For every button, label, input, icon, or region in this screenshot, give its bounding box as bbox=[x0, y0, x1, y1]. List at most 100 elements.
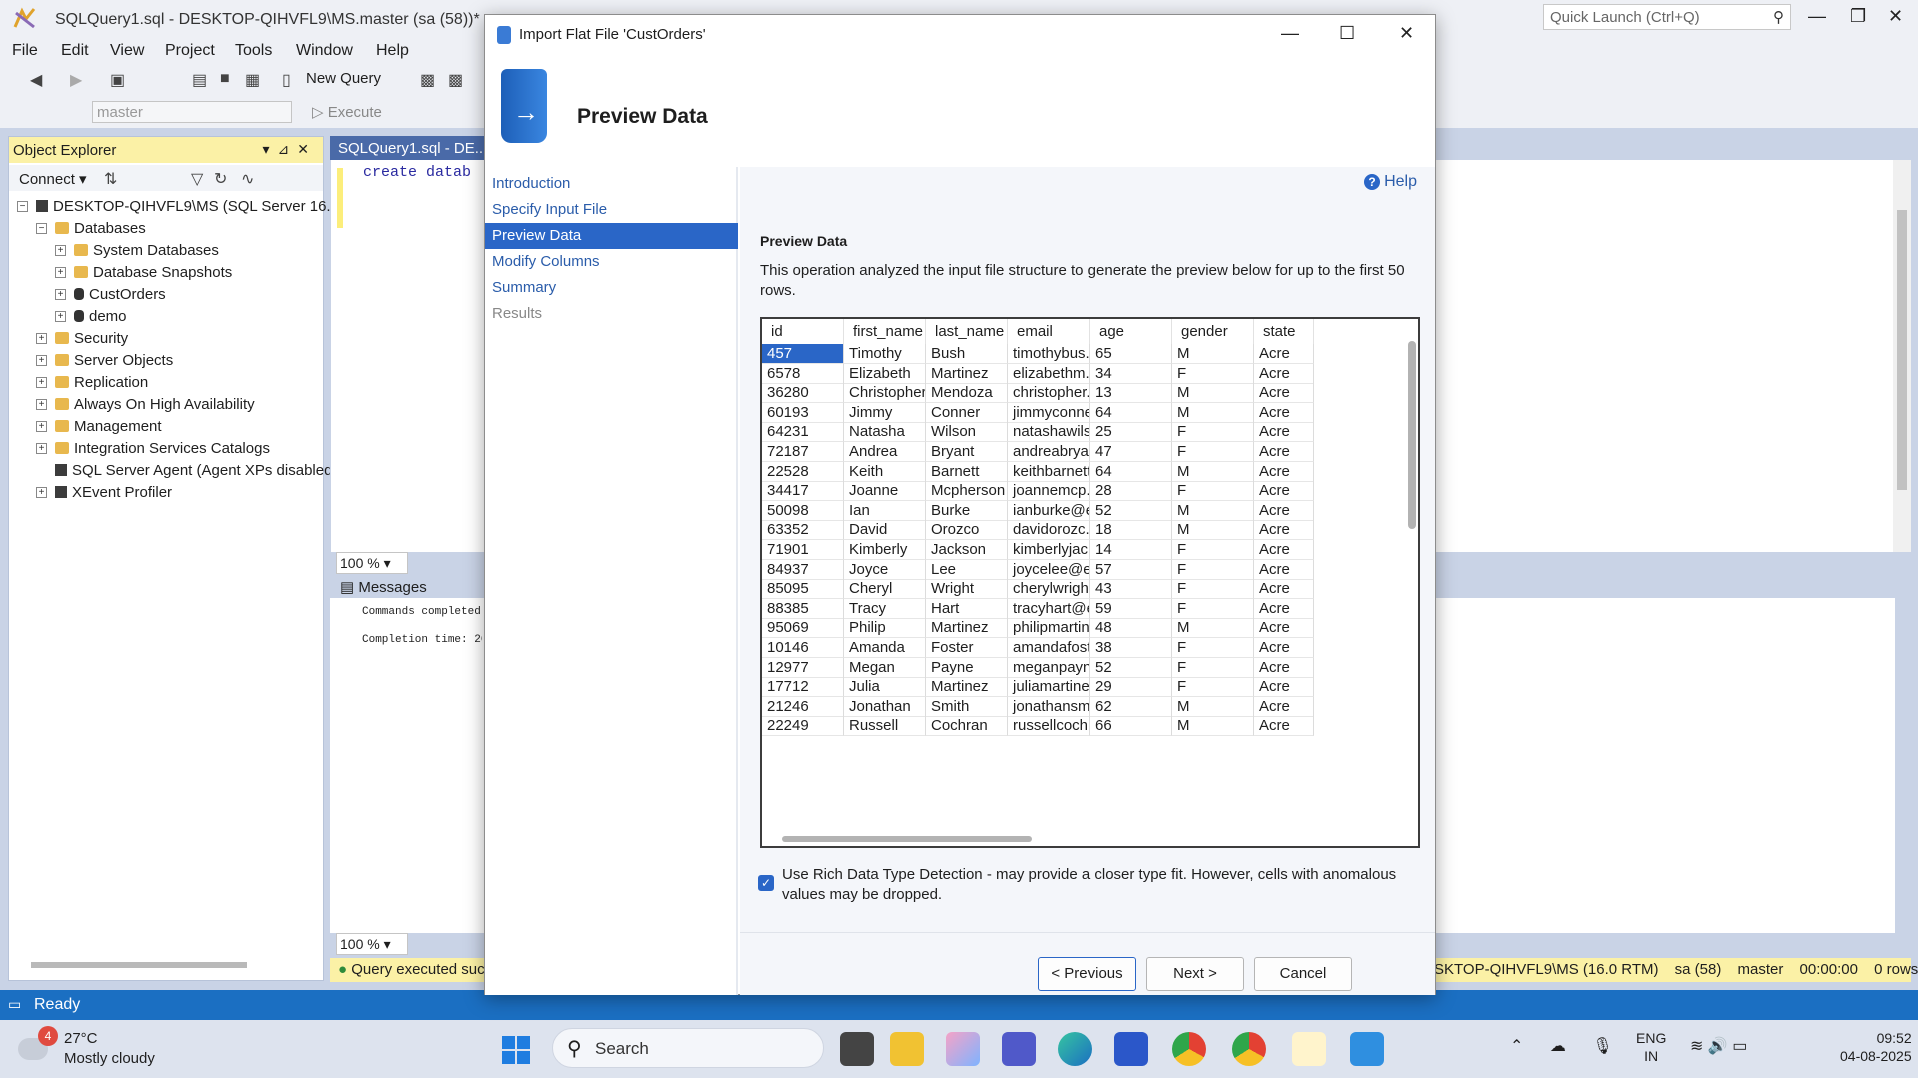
table-cell[interactable]: F bbox=[1172, 579, 1254, 600]
table-cell[interactable]: 36280 bbox=[762, 383, 844, 404]
forward-icon[interactable]: ▶ bbox=[70, 70, 82, 90]
tree-node[interactable]: + Replication bbox=[36, 371, 148, 393]
new-project-icon[interactable]: ▣ bbox=[110, 70, 125, 90]
panel-controls[interactable]: ▾⊿✕ bbox=[263, 141, 318, 158]
nav-item-summary[interactable]: Summary bbox=[485, 275, 738, 301]
table-cell[interactable]: christopher... bbox=[1008, 383, 1090, 404]
table-cell[interactable]: Martinez bbox=[926, 618, 1008, 639]
table-cell[interactable]: Acre bbox=[1254, 559, 1314, 580]
menu-help[interactable]: Help bbox=[376, 42, 409, 60]
editor-zoom-select[interactable]: 100 % ▾ bbox=[336, 552, 408, 574]
table-cell[interactable]: Conner bbox=[926, 402, 1008, 423]
menu-view[interactable]: View bbox=[110, 42, 144, 60]
tree-node[interactable]: SQL Server Agent (Agent XPs disabled bbox=[36, 459, 332, 481]
start-icon[interactable] bbox=[502, 1036, 530, 1064]
execute-button[interactable]: ▷ Execute bbox=[312, 103, 382, 121]
table-cell[interactable]: F bbox=[1172, 638, 1254, 658]
table-cell[interactable]: 10146 bbox=[762, 638, 844, 658]
table-cell[interactable]: Bush bbox=[926, 344, 1008, 364]
table-cell[interactable]: Burke bbox=[926, 500, 1008, 521]
table-cell[interactable]: 95069 bbox=[762, 618, 844, 639]
table-cell[interactable]: Acre bbox=[1254, 579, 1314, 600]
editor-vertical-scrollbar[interactable] bbox=[1893, 160, 1911, 552]
close-icon[interactable]: ✕ bbox=[1888, 6, 1903, 27]
table-cell[interactable]: Jackson bbox=[926, 540, 1008, 560]
expand-icon[interactable]: + bbox=[36, 442, 47, 454]
table-cell[interactable]: 47 bbox=[1090, 442, 1172, 462]
table-cell[interactable]: Acre bbox=[1254, 481, 1314, 502]
weather-widget[interactable]: 4 bbox=[18, 1026, 58, 1066]
dmx-query-icon[interactable]: ▩ bbox=[448, 70, 463, 90]
table-cell[interactable]: 85095 bbox=[762, 579, 844, 600]
table-cell[interactable]: Cheryl bbox=[844, 579, 926, 600]
expand-icon[interactable]: + bbox=[36, 486, 47, 498]
save-all-icon[interactable]: ▦ bbox=[245, 70, 260, 90]
open-icon[interactable]: ▤ bbox=[192, 70, 207, 90]
table-cell[interactable]: 57 bbox=[1090, 559, 1172, 580]
database-select[interactable]: master bbox=[92, 101, 292, 123]
menu-tools[interactable]: Tools bbox=[235, 42, 272, 60]
tree-node[interactable]: + Integration Services Catalogs bbox=[36, 437, 270, 459]
task-view-icon[interactable] bbox=[840, 1032, 874, 1066]
table-cell[interactable]: F bbox=[1172, 657, 1254, 678]
table-cell[interactable]: Martinez bbox=[926, 363, 1008, 384]
table-cell[interactable]: 64 bbox=[1090, 402, 1172, 423]
chevron-up-icon[interactable]: ⌃ bbox=[1510, 1038, 1523, 1055]
table-cell[interactable]: 62 bbox=[1090, 696, 1172, 717]
table-cell[interactable]: Elizabeth bbox=[844, 363, 926, 384]
tree-node[interactable]: + Security bbox=[36, 327, 128, 349]
table-cell[interactable]: natashawils... bbox=[1008, 422, 1090, 443]
table-cell[interactable]: 14 bbox=[1090, 540, 1172, 560]
tree-node[interactable]: + Always On High Availability bbox=[36, 393, 255, 415]
grid-horizontal-scrollbar[interactable] bbox=[782, 836, 1032, 842]
table-cell[interactable]: ianburke@e... bbox=[1008, 500, 1090, 521]
table-cell[interactable]: juliamartine... bbox=[1008, 677, 1090, 698]
language-indicator[interactable]: ENG IN bbox=[1636, 1029, 1666, 1065]
tree-node[interactable]: + CustOrders bbox=[55, 283, 166, 305]
table-row[interactable]: 88385TracyHarttracyhart@e...59FAcre bbox=[762, 598, 1402, 619]
table-cell[interactable]: 12977 bbox=[762, 657, 844, 678]
table-cell[interactable]: 48 bbox=[1090, 618, 1172, 639]
menu-edit[interactable]: Edit bbox=[61, 42, 89, 60]
table-cell[interactable]: F bbox=[1172, 481, 1254, 502]
table-cell[interactable]: Acre bbox=[1254, 363, 1314, 384]
table-cell[interactable]: russellcochr... bbox=[1008, 716, 1090, 737]
table-row[interactable]: 22528KeithBarnettkeithbarnett...64MAcre bbox=[762, 461, 1402, 482]
table-cell[interactable]: 457 bbox=[762, 344, 844, 364]
cancel-button[interactable]: Cancel bbox=[1254, 957, 1352, 991]
table-row[interactable]: 64231NatashaWilsonnatashawils...25FAcre bbox=[762, 422, 1402, 443]
tree-node[interactable]: + Database Snapshots bbox=[55, 261, 232, 283]
expand-icon[interactable]: + bbox=[36, 332, 47, 344]
table-cell[interactable]: Bryant bbox=[926, 442, 1008, 462]
column-header[interactable]: age bbox=[1090, 319, 1172, 344]
table-cell[interactable]: 64231 bbox=[762, 422, 844, 443]
minimize-icon[interactable]: — bbox=[1808, 6, 1826, 27]
table-cell[interactable]: Payne bbox=[926, 657, 1008, 678]
table-cell[interactable]: 52 bbox=[1090, 657, 1172, 678]
tree-node[interactable]: + System Databases bbox=[55, 239, 219, 261]
edge-icon[interactable] bbox=[1058, 1032, 1092, 1066]
new-query-button[interactable]: New Query bbox=[306, 70, 381, 87]
table-cell[interactable]: 71901 bbox=[762, 540, 844, 560]
table-cell[interactable]: Acre bbox=[1254, 598, 1314, 619]
table-cell[interactable]: 6578 bbox=[762, 363, 844, 384]
table-cell[interactable]: 88385 bbox=[762, 598, 844, 619]
table-cell[interactable]: joycelee@e... bbox=[1008, 559, 1090, 580]
ssms-taskbar-icon[interactable] bbox=[1292, 1032, 1326, 1066]
table-cell[interactable]: Orozco bbox=[926, 520, 1008, 541]
table-cell[interactable]: Philip bbox=[844, 618, 926, 639]
table-cell[interactable]: Lee bbox=[926, 559, 1008, 580]
table-cell[interactable]: Acre bbox=[1254, 540, 1314, 560]
activity-monitor-icon[interactable]: ∿ bbox=[241, 169, 254, 189]
table-cell[interactable]: F bbox=[1172, 559, 1254, 580]
table-cell[interactable]: 66 bbox=[1090, 716, 1172, 737]
table-cell[interactable]: Acre bbox=[1254, 402, 1314, 423]
table-cell[interactable]: Cochran bbox=[926, 716, 1008, 737]
nav-item-introduction[interactable]: Introduction bbox=[485, 171, 738, 197]
table-cell[interactable]: Mendoza bbox=[926, 383, 1008, 404]
tab-messages[interactable]: ▤ Messages bbox=[334, 576, 434, 598]
previous-button[interactable]: < Previous bbox=[1038, 957, 1136, 991]
table-cell[interactable]: davidorozc... bbox=[1008, 520, 1090, 541]
table-cell[interactable]: Acre bbox=[1254, 657, 1314, 678]
table-row[interactable]: 71901KimberlyJacksonkimberlyjac...14FAcr… bbox=[762, 540, 1402, 560]
